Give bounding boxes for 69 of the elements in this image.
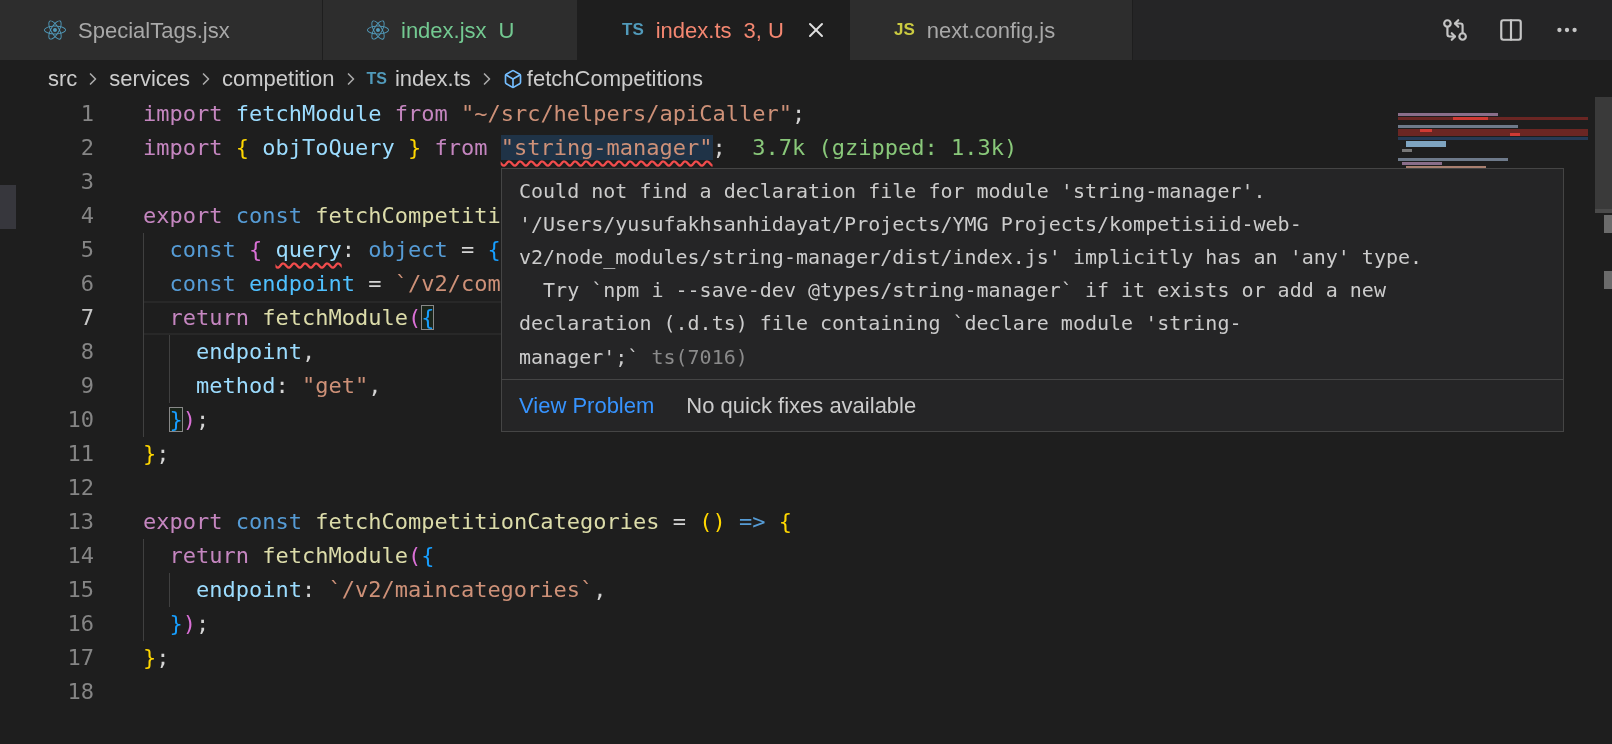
code-line: }); <box>143 403 210 437</box>
file-type-icon: TS <box>622 17 644 43</box>
file-type-icon: TS <box>366 66 387 91</box>
code-line: }; <box>143 644 170 672</box>
line-number: 5 <box>80 236 94 264</box>
compare-icon[interactable] <box>1442 17 1468 43</box>
scrollbar-thumb[interactable] <box>1595 97 1612 213</box>
code-line: export const fetchCompetiti <box>143 202 501 230</box>
message-line: '/Users/yusufakhsanhidayat/Projects/YMG Projects/kompetisiid-web- <box>519 211 1303 238</box>
line-number: 6 <box>80 270 94 298</box>
line-number: 12 <box>67 474 94 502</box>
line-number: 11 <box>67 440 94 468</box>
react-icon <box>44 19 66 41</box>
breadcrumb-item[interactable]: fetchCompetitions <box>526 62 703 95</box>
line-number: 13 <box>67 508 94 536</box>
tab-label: index.ts <box>655 16 732 45</box>
code-line: import { objToQuery } from "string-manager"; 3.7k (gzipped: 1.3k) <box>143 134 1018 162</box>
breadcrumb-item[interactable]: competition <box>222 62 335 95</box>
ruler-marker <box>1604 271 1612 289</box>
line-number: 3 <box>80 168 94 196</box>
line-number: 2 <box>80 134 94 162</box>
breadcrumb-item[interactable]: src <box>48 62 78 95</box>
tab-label: index.jsx <box>401 16 487 45</box>
line-number: 15 <box>67 576 94 604</box>
quick-fix-status: No quick fixes available <box>686 392 917 420</box>
editor-tab[interactable]: JS next.config.js <box>850 0 1133 60</box>
code-line: import fetchModule from "~/src/helpers/apiCaller"; <box>143 100 806 128</box>
ruler-marker <box>1604 215 1612 233</box>
message-line: Try `npm i --save-dev @types/string-manager` if it exists or add a new <box>542 277 1387 304</box>
line-number: 17 <box>67 644 94 672</box>
code-line: return fetchModule({ <box>143 539 435 573</box>
symbol-icon <box>502 68 523 89</box>
tab-decoration: 3, U <box>743 16 784 45</box>
line-number: 8 <box>80 338 94 366</box>
error-code: ts(7016) <box>651 343 748 371</box>
line-number: 16 <box>67 610 94 638</box>
react-icon <box>367 19 389 41</box>
view-problem-link[interactable]: View Problem <box>519 389 655 422</box>
breadcrumb-item[interactable]: services <box>109 62 190 95</box>
editor-tab[interactable]: index.jsx U <box>323 0 578 60</box>
code-line: const { query: object = { <box>143 233 501 267</box>
tab-label: next.config.js <box>926 16 1056 45</box>
line-number: 18 <box>67 678 94 706</box>
message-line: v2/node_modules/string-manager/dist/index.js' implicitly has an 'any' type. <box>519 244 1424 271</box>
tab-decoration: U <box>498 16 515 45</box>
line-number: 1 <box>80 100 94 128</box>
tab-label: SpecialTags.jsx <box>78 16 230 45</box>
split-editor-icon[interactable] <box>1498 17 1524 43</box>
line-number: 14 <box>67 542 94 570</box>
code-line: const endpoint = `/v2/com <box>143 267 501 301</box>
code-line: }; <box>143 440 170 468</box>
editor-tab[interactable]: SpecialTags.jsx <box>0 0 323 60</box>
line-number: 4 <box>80 202 94 230</box>
code-line: export const fetchCompetitionCategories = () => { <box>143 508 793 536</box>
code-line: endpoint, <box>143 335 316 369</box>
editor-tab[interactable]: TS index.ts 3, U <box>578 0 850 60</box>
code-line: method: "get", <box>143 369 382 403</box>
breadcrumb-item[interactable]: index.ts <box>395 62 471 95</box>
code-line: endpoint: `/v2/maincategories`, <box>143 573 607 607</box>
file-type-icon: JS <box>894 17 915 43</box>
sash-marker <box>0 185 16 229</box>
message-line: declaration (.d.ts) file containing `declare module 'string- <box>519 310 1243 337</box>
line-number: 7 <box>80 304 94 332</box>
code-line: }); <box>143 607 210 641</box>
message-line: manager';` <box>519 343 640 371</box>
line-number: 10 <box>67 406 94 434</box>
line-number: 9 <box>80 372 94 400</box>
code-line: return fetchModule({ <box>143 301 435 335</box>
message-line: Could not find a declaration file for module 'string-manager'. <box>519 178 1267 205</box>
